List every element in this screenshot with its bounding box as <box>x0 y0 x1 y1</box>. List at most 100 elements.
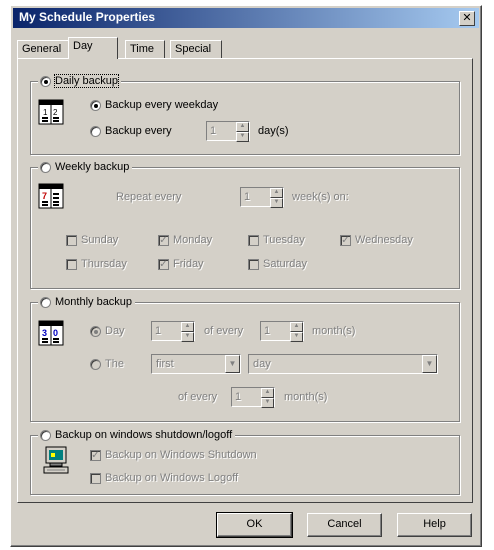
spin-up-icon[interactable]: ▲ <box>290 322 303 332</box>
thursday-label: Thursday <box>81 258 127 270</box>
day-checkbox-monday[interactable]: ✓ Monday <box>158 234 212 246</box>
day-checkbox-sunday[interactable]: Sunday <box>66 234 118 246</box>
monthly-the-label: The <box>105 358 124 370</box>
tab-day[interactable]: Day <box>68 37 118 59</box>
spin-up-icon[interactable]: ▲ <box>261 388 274 398</box>
weekly-backup-radio[interactable]: Weekly backup <box>38 160 133 174</box>
svg-text:7: 7 <box>42 191 47 201</box>
repeat-every-label: Repeat every <box>116 191 182 203</box>
daily-backup-radio[interactable]: Daily backup <box>38 74 121 88</box>
cancel-button[interactable]: Cancel <box>307 513 382 537</box>
monthly-the-radio[interactable] <box>90 358 101 370</box>
monthly-day-value: 1 <box>155 325 162 337</box>
thursday-checkbox-box[interactable] <box>66 258 77 270</box>
monday-label: Monday <box>173 234 213 246</box>
spin-down-icon[interactable]: ▼ <box>261 398 274 408</box>
monday-checkbox-box[interactable]: ✓ <box>158 234 169 246</box>
shutdown-checkbox-option[interactable]: ✓ Backup on Windows Shutdown <box>90 449 257 461</box>
monthly-backup-radio[interactable]: Monthly backup <box>38 295 136 309</box>
tab-special-label: Special <box>175 43 212 55</box>
tab-day-label: Day <box>73 40 93 52</box>
logoff-checkbox-option[interactable]: Backup on Windows Logoff <box>90 472 238 484</box>
calendar-30-icon: 3 0 <box>38 320 64 349</box>
help-button[interactable]: Help <box>397 513 472 537</box>
chevron-down-icon[interactable]: ▼ <box>422 355 437 373</box>
monthly-day-stepper[interactable]: 1 ▲ ▼ <box>151 321 195 342</box>
day-checkbox-tuesday[interactable]: Tuesday <box>248 234 305 246</box>
shutdown-backup-label: Backup on windows shutdown/logoff <box>55 429 233 441</box>
spin-down-icon[interactable]: ▼ <box>181 332 194 342</box>
spin-up-icon[interactable]: ▲ <box>270 188 283 198</box>
daily-interval-stepper[interactable]: 1 ▲ ▼ <box>206 121 250 142</box>
monthly-day-label: Day <box>105 325 125 337</box>
svg-text:1: 1 <box>43 108 48 117</box>
title-bar[interactable]: My Schedule Properties ✕ <box>13 8 479 28</box>
tab-general-label: General <box>22 43 62 55</box>
backup-every-weekday-option[interactable]: Backup every weekday <box>90 99 218 111</box>
daily-unit-label: day(s) <box>258 125 289 137</box>
svg-text:3: 3 <box>42 328 47 338</box>
backup-every-n-days-label: Backup every <box>105 125 172 137</box>
sunday-checkbox-box[interactable] <box>66 234 77 246</box>
weekly-interval-value: 1 <box>244 191 251 203</box>
monthly-day-radio[interactable] <box>90 325 101 337</box>
monthly-weekday-value: day <box>253 358 271 370</box>
weekly-interval-stepper[interactable]: 1 ▲ ▼ <box>240 187 284 208</box>
backup-every-weekday-label: Backup every weekday <box>105 99 219 111</box>
weekly-backup-label: Weekly backup <box>55 161 130 173</box>
monthly-day-months-stepper[interactable]: 1 ▲ ▼ <box>260 321 304 342</box>
daily-backup-group <box>30 81 460 155</box>
day-checkbox-wednesday[interactable]: ✓ Wednesday <box>340 234 413 246</box>
spin-up-icon[interactable]: ▲ <box>236 122 249 132</box>
svg-text:2: 2 <box>53 108 58 117</box>
spin-up-icon[interactable]: ▲ <box>181 322 194 332</box>
logoff-checkbox-box[interactable] <box>90 472 101 484</box>
monthly-of-every-label: of every <box>204 325 244 337</box>
monthly-backup-label: Monthly backup <box>55 296 133 308</box>
tab-time-label: Time <box>130 43 155 55</box>
monthly-ordinal-select[interactable]: first ▼ <box>151 354 241 374</box>
day-checkbox-friday[interactable]: ✓ Friday <box>158 258 204 270</box>
friday-checkbox-box[interactable]: ✓ <box>158 258 169 270</box>
monthly-day-months-value: 1 <box>264 325 271 337</box>
tab-time[interactable]: Time <box>125 40 165 58</box>
close-button[interactable]: ✕ <box>459 11 475 26</box>
day-checkbox-thursday[interactable]: Thursday <box>66 258 127 270</box>
computer-icon <box>42 445 70 480</box>
monthly-the-option[interactable]: The <box>90 358 124 370</box>
spin-down-icon[interactable]: ▼ <box>290 332 303 342</box>
saturday-checkbox-box[interactable] <box>248 258 259 270</box>
backup-every-weekday-radio[interactable] <box>90 99 101 111</box>
monthly-the-months-value: 1 <box>235 391 242 403</box>
tuesday-label: Tuesday <box>263 234 305 246</box>
shutdown-checkbox-box[interactable]: ✓ <box>90 449 101 461</box>
daily-backup-radio-button[interactable] <box>40 75 51 87</box>
spin-down-icon[interactable]: ▼ <box>270 198 283 208</box>
monthly-weekday-select[interactable]: day ▼ <box>248 354 438 374</box>
chevron-down-icon[interactable]: ▼ <box>225 355 240 373</box>
weekly-backup-radio-button[interactable] <box>40 161 51 173</box>
calendar-7-icon: 7 <box>38 183 64 212</box>
shutdown-backup-radio[interactable]: Backup on windows shutdown/logoff <box>38 428 236 442</box>
shutdown-backup-radio-button[interactable] <box>40 429 51 441</box>
tab-special[interactable]: Special <box>170 40 222 58</box>
daily-backup-label: Daily backup <box>54 74 119 88</box>
wednesday-label: Wednesday <box>355 234 413 246</box>
day-checkbox-saturday[interactable]: Saturday <box>248 258 307 270</box>
svg-text:0: 0 <box>53 328 58 338</box>
tab-general[interactable]: General <box>17 40 69 58</box>
weekly-backup-group <box>30 167 460 289</box>
calendar-1-12-icon: 1 2 <box>38 99 64 128</box>
wednesday-checkbox-box[interactable]: ✓ <box>340 234 351 246</box>
monthly-backup-radio-button[interactable] <box>40 296 51 308</box>
day-tab-panel: Daily backup 1 2 Backup every weekday Ba… <box>17 58 473 503</box>
backup-every-n-days-radio[interactable] <box>90 125 101 137</box>
properties-dialog: My Schedule Properties ✕ General Day Tim… <box>10 5 482 547</box>
monthly-the-of-every-label: of every <box>178 391 218 403</box>
monthly-the-months-stepper[interactable]: 1 ▲ ▼ <box>231 387 275 408</box>
monthly-day-option[interactable]: Day <box>90 325 125 337</box>
ok-button[interactable]: OK <box>216 512 293 538</box>
tuesday-checkbox-box[interactable] <box>248 234 259 246</box>
spin-down-icon[interactable]: ▼ <box>236 132 249 142</box>
backup-every-n-days-option[interactable]: Backup every <box>90 125 172 137</box>
